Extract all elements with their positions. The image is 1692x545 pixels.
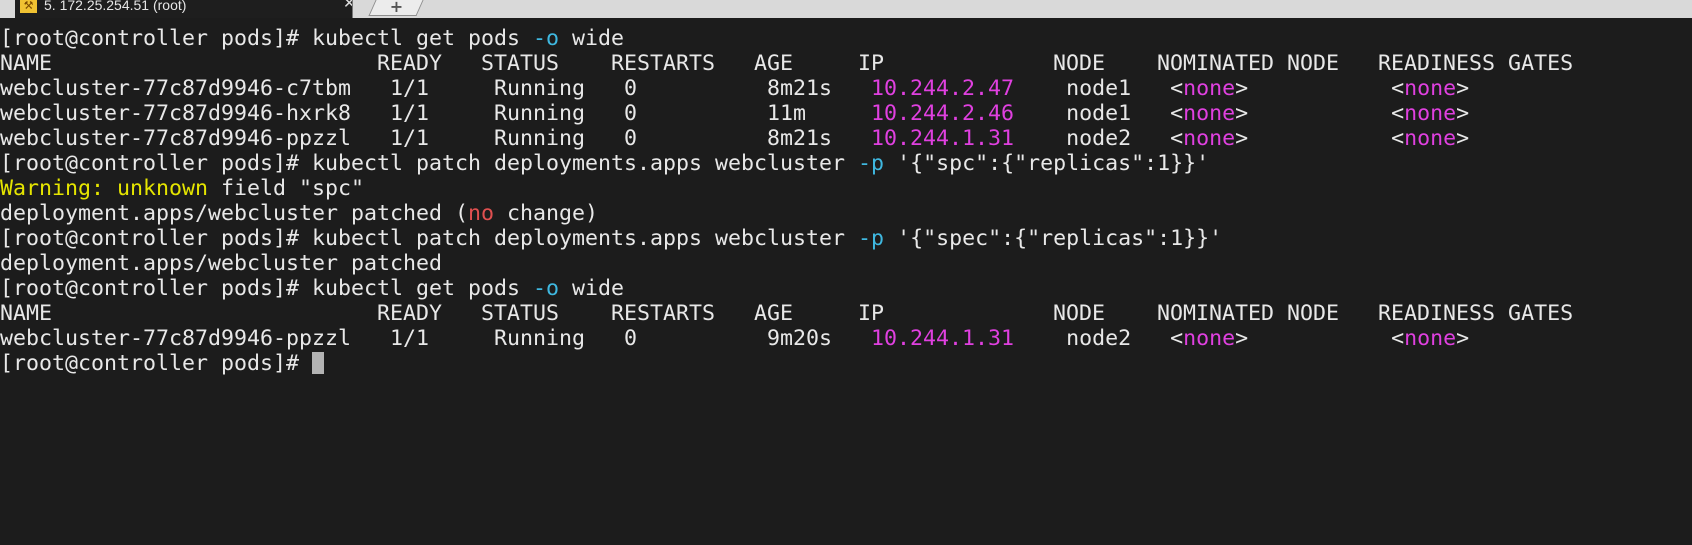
command-line: [root@controller pods]# kubectl patch de… — [0, 226, 1692, 251]
text: '{"spc":{"replicas":1}}' — [884, 151, 1210, 176]
text: node1 < — [1014, 101, 1184, 126]
text-magenta: 10.244.2.47 — [871, 76, 1015, 101]
text-cyan: -p — [858, 151, 885, 176]
text-magenta: 10.244.1.31 — [871, 126, 1015, 151]
text: > < — [1235, 101, 1405, 126]
pod-row: webcluster-77c87d9946-ppzzl 1/1 Running … — [0, 126, 1692, 151]
text: wide — [559, 276, 625, 301]
text: '{"spec":{"replicas":1}}' — [884, 226, 1223, 251]
terminal-output[interactable]: [root@controller pods]# kubectl get pods… — [0, 26, 1692, 545]
text-magenta: none — [1183, 326, 1236, 351]
command-line: [root@controller pods]# kubectl get pods… — [0, 276, 1692, 301]
text: wide — [559, 26, 625, 51]
text: webcluster-77c87d9946-ppzzl 1/1 Running … — [0, 326, 872, 351]
text: deployment.apps/webcluster patched ( — [0, 201, 469, 226]
text-cyan: -p — [858, 226, 885, 251]
text: [root@controller pods]# kubectl get pods — [0, 276, 534, 301]
text: NAME READY STATUS RESTARTS AGE IP NODE N… — [0, 51, 1574, 76]
text-cyan: -o — [533, 26, 560, 51]
text: webcluster-77c87d9946-hxrk8 1/1 Running … — [0, 101, 872, 126]
text: webcluster-77c87d9946-c7tbm 1/1 Running … — [0, 76, 872, 101]
text-magenta: none — [1404, 101, 1457, 126]
table-header: NAME READY STATUS RESTARTS AGE IP NODE N… — [0, 51, 1692, 76]
command-line: [root@controller pods]# kubectl patch de… — [0, 151, 1692, 176]
text: [root@controller pods]# kubectl get pods — [0, 26, 534, 51]
text-magenta: none — [1404, 326, 1457, 351]
session-tab[interactable]: ⚒ 5. 172.25.254.51 (root) ✕ — [15, 0, 353, 18]
text: > — [1456, 101, 1470, 126]
text: node2 < — [1014, 126, 1184, 151]
warning-line: Warning: unknown field "spc" — [0, 176, 1692, 201]
text: node2 < — [1014, 326, 1184, 351]
text: deployment.apps/webcluster patched — [0, 251, 443, 276]
text: [root@controller pods]# kubectl patch de… — [0, 226, 859, 251]
text: webcluster-77c87d9946-ppzzl 1/1 Running … — [0, 126, 872, 151]
text: > — [1456, 126, 1470, 151]
text: field "spc" — [208, 176, 365, 201]
text: NAME READY STATUS RESTARTS AGE IP NODE N… — [0, 301, 1574, 326]
cursor — [312, 352, 325, 374]
text-magenta: none — [1404, 76, 1457, 101]
prompt-line: [root@controller pods]# — [0, 351, 1692, 376]
text-magenta: none — [1404, 126, 1457, 151]
output-line: deployment.apps/webcluster patched — [0, 251, 1692, 276]
text-magenta: none — [1183, 101, 1236, 126]
text-magenta: 10.244.2.46 — [871, 101, 1015, 126]
text-magenta: none — [1183, 126, 1236, 151]
text: > — [1456, 326, 1470, 351]
output-line: deployment.apps/webcluster patched (no c… — [0, 201, 1692, 226]
plus-icon: + — [389, 0, 404, 16]
pod-row: webcluster-77c87d9946-ppzzl 1/1 Running … — [0, 326, 1692, 351]
text: change) — [494, 201, 599, 226]
pod-row: webcluster-77c87d9946-c7tbm 1/1 Running … — [0, 76, 1692, 101]
text-cyan: -o — [533, 276, 560, 301]
tab-bar: ⚒ 5. 172.25.254.51 (root) ✕ + — [0, 0, 1692, 18]
text: [root@controller pods]# kubectl patch de… — [0, 151, 859, 176]
tab-title: 5. 172.25.254.51 (root) — [44, 0, 187, 13]
text: node1 < — [1014, 76, 1184, 101]
text-magenta: 10.244.1.31 — [871, 326, 1015, 351]
text: > < — [1235, 126, 1405, 151]
text: [root@controller pods]# — [0, 351, 313, 376]
pod-row: webcluster-77c87d9946-hxrk8 1/1 Running … — [0, 101, 1692, 126]
text: > < — [1235, 76, 1405, 101]
table-header: NAME READY STATUS RESTARTS AGE IP NODE N… — [0, 301, 1692, 326]
wrench-icon: ⚒ — [20, 0, 37, 13]
text: > < — [1235, 326, 1405, 351]
text-yellow: Warning: unknown — [0, 176, 209, 201]
new-tab-button[interactable]: + — [368, 0, 424, 16]
command-line: [root@controller pods]# kubectl get pods… — [0, 26, 1692, 51]
text: > — [1456, 76, 1470, 101]
text-red: no — [468, 201, 495, 226]
close-icon[interactable]: ✕ — [343, 0, 352, 11]
text-magenta: none — [1183, 76, 1236, 101]
